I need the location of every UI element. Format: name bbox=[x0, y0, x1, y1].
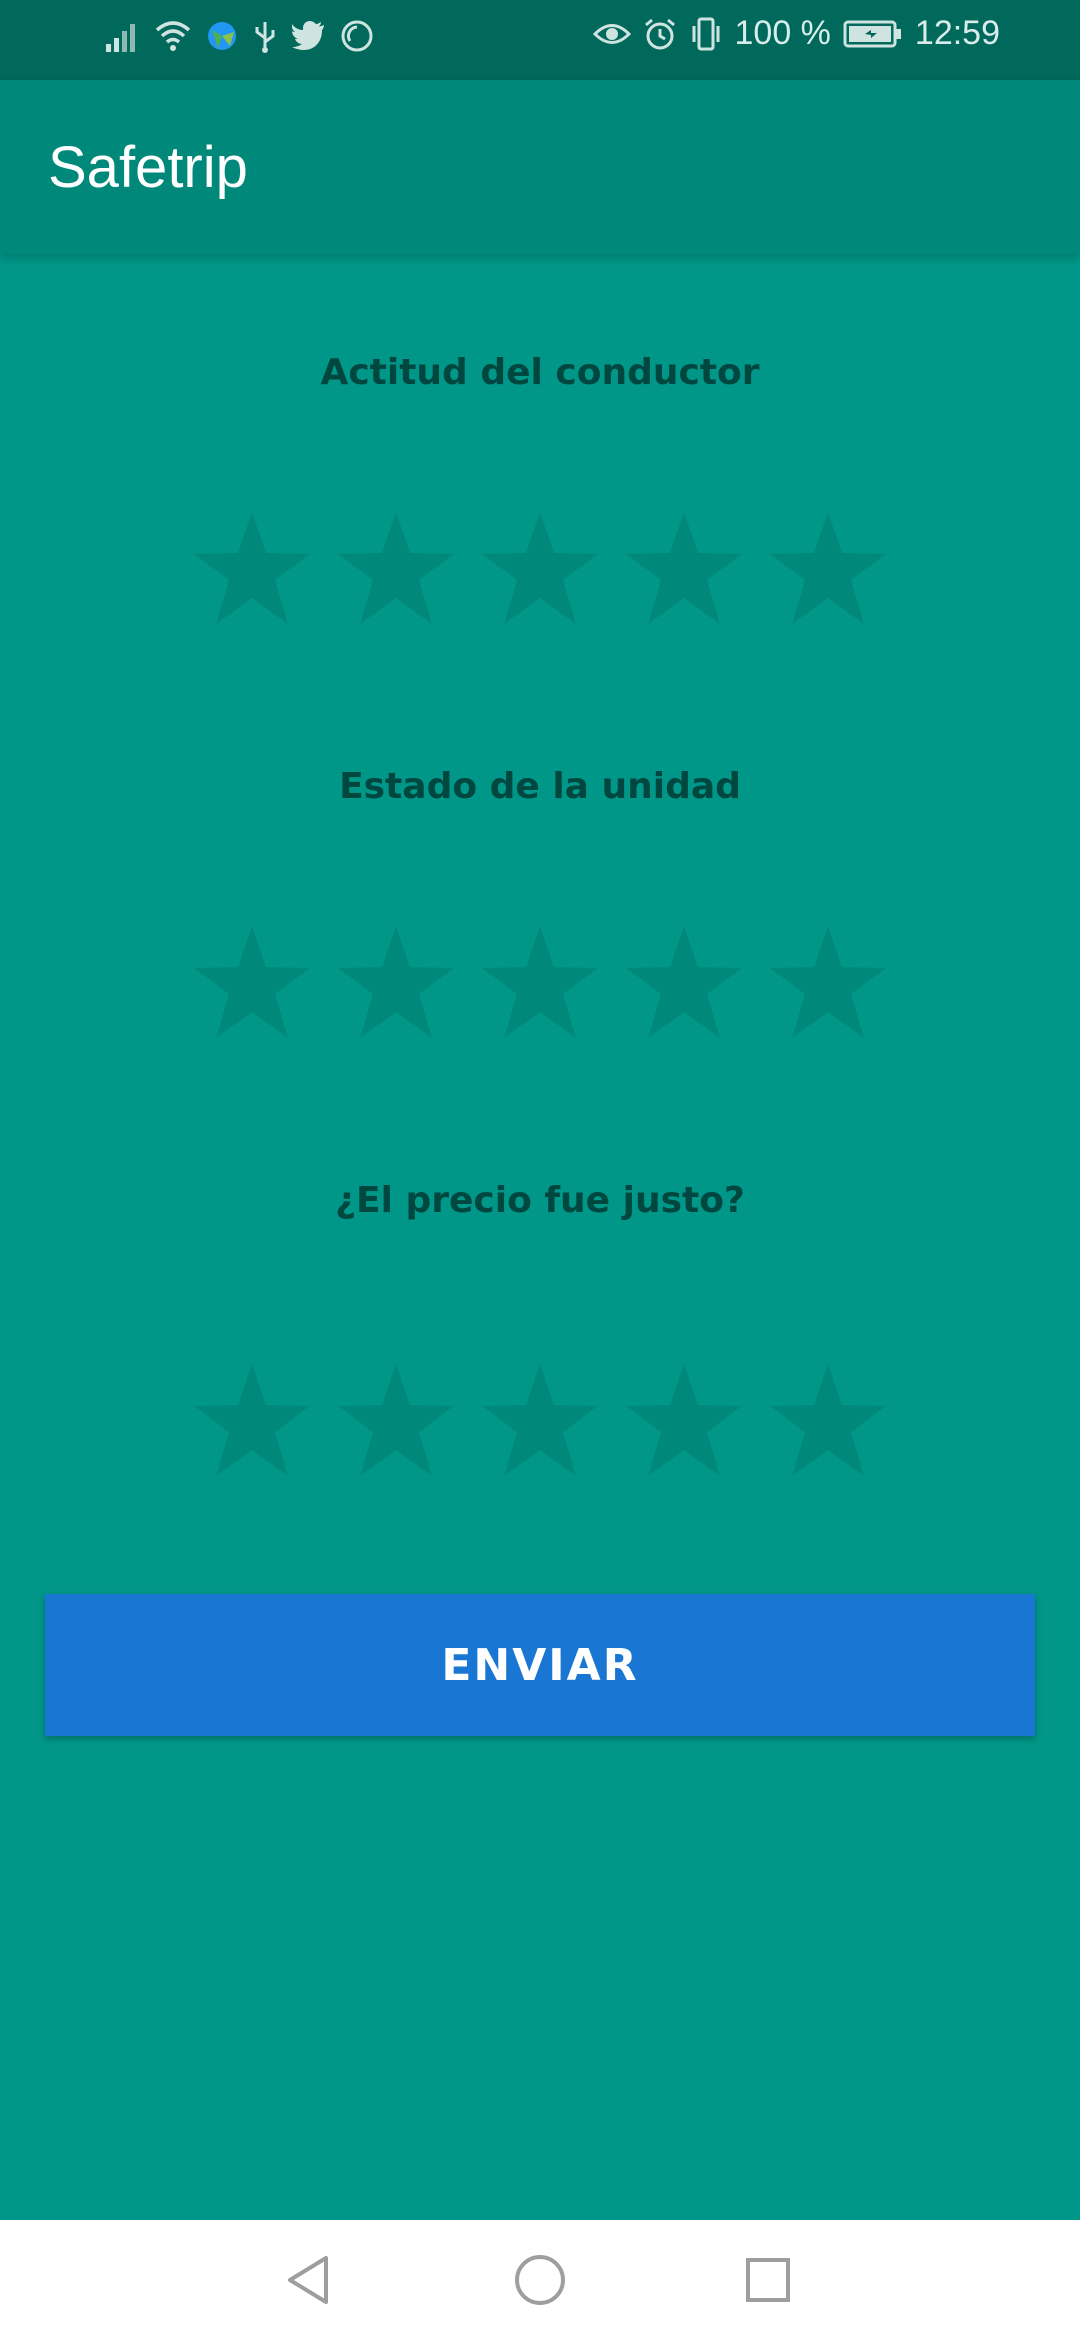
status-right-icons: 100 % 12:59 bbox=[592, 14, 1000, 53]
rating-label-driver-attitude: Actitud del conductor bbox=[320, 352, 760, 393]
star-icon[interactable] bbox=[334, 924, 458, 1044]
star-icon[interactable] bbox=[766, 1362, 890, 1482]
app-bar: Safetrip bbox=[0, 80, 1080, 254]
rating-bar-driver-attitude[interactable] bbox=[190, 510, 890, 630]
star-icon[interactable] bbox=[334, 510, 458, 630]
vibrate-icon bbox=[689, 16, 723, 52]
battery-icon bbox=[843, 19, 903, 49]
star-icon[interactable] bbox=[622, 924, 746, 1044]
alarm-icon bbox=[643, 17, 677, 51]
star-icon[interactable] bbox=[622, 510, 746, 630]
back-icon[interactable] bbox=[280, 2250, 340, 2310]
star-icon[interactable] bbox=[190, 924, 314, 1044]
star-icon[interactable] bbox=[478, 1362, 602, 1482]
star-icon[interactable] bbox=[478, 510, 602, 630]
sync-icon bbox=[340, 19, 374, 53]
star-icon[interactable] bbox=[190, 510, 314, 630]
twitter-icon bbox=[292, 21, 326, 51]
app-title: Safetrip bbox=[48, 135, 248, 200]
wifi-icon bbox=[154, 18, 192, 54]
signal-icon bbox=[104, 18, 140, 54]
browser-icon bbox=[206, 20, 238, 52]
submit-button[interactable]: ENVIAR bbox=[45, 1594, 1035, 1736]
usb-icon bbox=[252, 18, 278, 54]
battery-percentage: 100 % bbox=[734, 14, 831, 52]
star-icon[interactable] bbox=[766, 510, 890, 630]
star-icon[interactable] bbox=[334, 1362, 458, 1482]
star-icon[interactable] bbox=[766, 924, 890, 1044]
star-icon[interactable] bbox=[622, 1362, 746, 1482]
star-icon[interactable] bbox=[478, 924, 602, 1044]
eye-icon bbox=[592, 19, 631, 49]
star-icon[interactable] bbox=[190, 1362, 314, 1482]
navigation-bar bbox=[0, 2220, 1080, 2340]
status-left-icons bbox=[104, 18, 374, 54]
rating-label-fair-price: ¿El precio fue justo? bbox=[335, 1180, 745, 1221]
rating-bar-vehicle-condition[interactable] bbox=[190, 924, 890, 1044]
status-bar: 100 % 12:59 bbox=[0, 0, 1080, 80]
rating-label-vehicle-condition: Estado de la unidad bbox=[339, 766, 741, 807]
home-icon[interactable] bbox=[510, 2250, 570, 2310]
recents-icon[interactable] bbox=[738, 2250, 798, 2310]
clock: 12:59 bbox=[914, 14, 1000, 52]
rating-bar-fair-price[interactable] bbox=[190, 1362, 890, 1482]
